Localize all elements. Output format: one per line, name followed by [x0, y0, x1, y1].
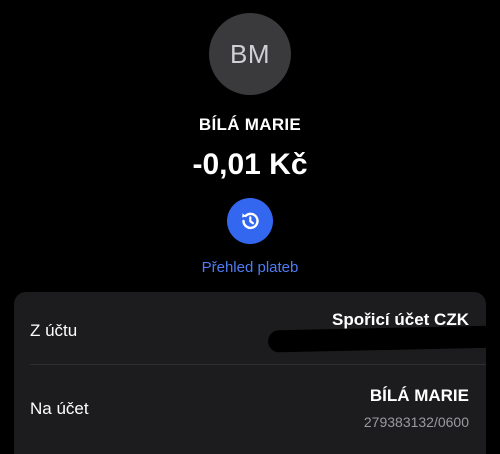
avatar: BM: [209, 13, 291, 95]
avatar-initials: BM: [230, 38, 270, 69]
redaction-mark: [267, 325, 500, 353]
transaction-details-card: Z účtu Spořicí účet CZK Na účet BÍLÁ MAR…: [14, 292, 500, 454]
contact-name: BÍLÁ MARIE: [198, 115, 302, 134]
transaction-amount: -0,01 Kč: [192, 148, 308, 181]
payment-history-link[interactable]: Přehled plateb: [0, 259, 500, 276]
to-account-name: BÍLÁ MARIE: [369, 386, 469, 405]
row-divider: [30, 364, 486, 365]
from-account-label: Z účtu: [30, 321, 78, 340]
payment-detail-screen: BM BÍLÁ MARIE -0,01 Kč Přehled plateb Z …: [0, 0, 500, 454]
to-account-number: 279383132/0600: [363, 414, 469, 430]
history-icon: [242, 212, 259, 230]
to-account-label: Na účet: [30, 399, 89, 418]
payment-history-button[interactable]: [227, 198, 273, 244]
